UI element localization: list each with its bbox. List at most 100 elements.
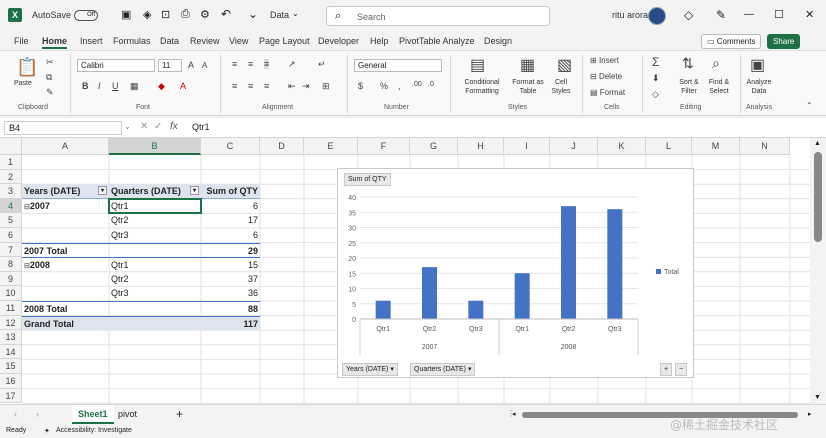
tab-design[interactable]: Design [484,36,512,46]
decrease-decimal-icon[interactable]: .0 [428,81,434,88]
row-header-13[interactable]: 13 [0,330,22,345]
tab-insert[interactable]: Insert [80,36,103,46]
sheet-tab-pivot[interactable]: pivot [112,405,143,424]
column-header-b[interactable]: B [109,138,201,155]
font-name-select[interactable]: Calibri [77,59,155,72]
row-header-17[interactable]: 17 [0,388,22,404]
row-header-14[interactable]: 14 [0,344,22,360]
pivot-total-value[interactable]: 29 [201,242,260,258]
scroll-down-icon[interactable]: ▼ [814,394,821,401]
analyze-data-label[interactable]: Analyze Data [744,78,774,96]
fill-icon[interactable]: ◈ [143,8,151,21]
pivot-header-years[interactable]: Years (DATE) ▾ [22,184,109,199]
column-header-k[interactable]: K [598,138,646,155]
row-header-15[interactable]: 15 [0,359,22,374]
format-as-table-icon[interactable]: ▦ [520,55,535,75]
pivot-grand-total-label[interactable]: Grand Total [22,315,109,331]
clear-icon[interactable]: ◇ [652,89,659,100]
paste-icon[interactable]: 📋 [16,57,38,78]
expand-field-button[interactable]: + [660,363,673,376]
italic-icon[interactable]: I [98,81,101,91]
decrease-font-icon[interactable]: A [202,61,207,70]
row-header-8[interactable]: 8 [0,257,22,272]
pivot-chart[interactable]: Sum of QTY 0 5 10 15 20 25 30 35 40 Qtr1 Qtr2 Qtr3 Q… [337,168,694,378]
pivot-quarter-cell[interactable]: Qtr2 [109,213,201,228]
column-header-h[interactable]: H [458,138,504,155]
wrap-text-icon[interactable]: ↵ [318,59,326,70]
column-header-i[interactable]: I [504,138,550,155]
tab-pivottable-analyze[interactable]: PivotTable Analyze [399,36,475,46]
row-header-5[interactable]: 5 [0,213,22,228]
tab-page-layout[interactable]: Page Layout [259,36,310,46]
pivot-total-label[interactable]: 2008 Total [22,301,109,316]
align-right-icon[interactable]: ≡ [264,81,269,91]
align-left-icon[interactable]: ≡ [232,81,237,91]
pivot-header-sum[interactable]: Sum of QTY [201,184,260,199]
paste-label[interactable]: Paste [14,79,32,88]
autosave-toggle[interactable]: Off [74,10,98,21]
select-all-corner[interactable] [0,138,22,155]
name-box[interactable]: B4 [4,121,122,135]
pivot-quarter-cell[interactable]: Qtr3 [109,228,201,243]
add-sheet-button[interactable]: + [176,407,183,421]
save-icon[interactable]: ▣ [121,8,131,21]
font-color-icon[interactable]: A [180,81,186,91]
indent-increase-icon[interactable]: ⇥ [302,81,310,92]
column-header-l[interactable]: L [646,138,692,155]
minimize-button[interactable]: — [744,9,754,20]
quick-access-icon[interactable]: ⚙ [200,8,210,21]
conditional-formatting-icon[interactable]: ▤ [470,55,485,75]
row-header-4[interactable]: 4 [0,198,22,214]
tab-help[interactable]: Help [370,36,389,46]
row-header-3[interactable]: 3 [0,184,22,199]
cancel-icon[interactable]: ✕ [140,121,148,132]
sheet-tab-sheet1[interactable]: Sheet1 [72,405,114,424]
pivot-total-label[interactable]: 2007 Total [22,242,109,258]
vertical-scrollbar[interactable]: ▲ ▼ [810,138,826,404]
filter-dropdown-icon[interactable]: ▾ [190,186,199,196]
document-name[interactable]: Data [270,10,289,20]
doc-dropdown-icon[interactable]: ⌄ [292,9,299,18]
pivot-quarter-cell[interactable]: Qtr2 [109,272,201,287]
find-select-label[interactable]: Find & Select [704,78,734,96]
pivot-quarter-cell[interactable]: Qtr1 [108,197,202,215]
column-header-d[interactable]: D [260,138,304,155]
column-header-n[interactable]: N [740,138,790,155]
tab-review[interactable]: Review [190,36,220,46]
chart-quarters-field-button[interactable]: Quarters (DATE) ▾ [410,363,476,376]
column-header-g[interactable]: G [410,138,458,155]
cut-icon[interactable]: ✂ [46,57,54,68]
row-header-2[interactable]: 2 [0,169,22,185]
share-button[interactable]: Share [767,34,801,49]
hscroll-right-icon[interactable]: ▸ [808,410,812,418]
pivot-value-cell[interactable]: 6 [201,199,260,214]
row-header-10[interactable]: 10 [0,286,22,301]
borders-icon[interactable]: ▦ [130,81,139,92]
accessibility-status[interactable]: Accessibility: Investigate [56,427,132,434]
number-format-select[interactable]: General [354,59,442,72]
fill-color-icon[interactable]: ◆ [158,81,165,92]
align-top-icon[interactable]: ≡ [232,59,237,69]
pivot-value-cell[interactable]: 6 [201,228,260,243]
tab-developer[interactable]: Developer [318,36,359,46]
row-header-16[interactable]: 16 [0,374,22,389]
align-bottom-icon[interactable]: ≡ [264,59,270,69]
percent-icon[interactable]: % [380,81,388,91]
bold-icon[interactable]: B [82,81,89,91]
print-icon[interactable]: ⎙ [181,8,190,21]
avatar[interactable] [648,7,666,25]
row-header-1[interactable]: 1 [0,155,22,170]
pivot-grand-total-value[interactable]: 117 [201,315,260,331]
diamond-icon[interactable]: ◇ [684,8,693,22]
column-header-m[interactable]: M [692,138,740,155]
name-box-dropdown-icon[interactable]: ⌄ [124,122,131,131]
column-header-a[interactable]: A [22,138,109,155]
copy-icon[interactable]: ⧉ [46,72,52,83]
autosum-icon[interactable]: Σ [652,55,659,69]
pivot-year-2008[interactable]: ⊟2008 [22,257,109,272]
analyze-data-icon[interactable]: ▣ [750,55,765,75]
align-middle-icon[interactable]: ≡ [248,59,253,69]
pivot-year-2007[interactable]: ⊟2007 [22,199,109,214]
tab-data[interactable]: Data [160,36,179,46]
column-header-f[interactable]: F [358,138,410,155]
